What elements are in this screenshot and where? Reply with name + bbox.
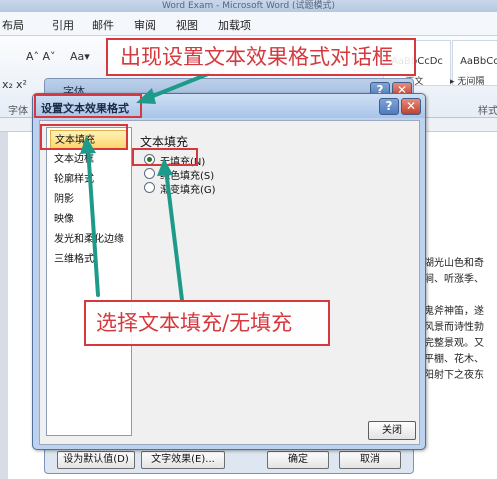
menu-tab-references[interactable]: 引用 — [52, 17, 74, 33]
highlight-text-fill-category — [40, 124, 128, 150]
annotation-dialog-callout: 出现设置文本效果格式对话框 — [106, 38, 416, 76]
menu-tab-mailings[interactable]: 邮件 — [92, 17, 114, 33]
annotation-fill-callout: 选择文本填充/无填充 — [84, 300, 330, 346]
cancel-button[interactable]: 取消 — [339, 451, 401, 469]
radio-icon[interactable] — [144, 182, 155, 193]
option-solid-fill-label: 纯色填充(S) — [160, 171, 215, 182]
menu-tab-addins[interactable]: 加载项 — [218, 17, 251, 33]
document-line: 鬼斧神笛，遂 — [424, 306, 484, 317]
option-gradient-fill-label: 渐变填充(G) — [160, 185, 216, 196]
document-line: 平棚、花木、 — [424, 354, 484, 365]
help-icon[interactable]: ? — [379, 98, 399, 115]
text-effects-button[interactable]: 文字效果(E)... — [141, 451, 225, 469]
superscript-button[interactable]: x² — [16, 78, 27, 91]
document-line: 风景而诗性勃 — [424, 322, 484, 333]
menu-tab-layout[interactable]: 布局 — [2, 17, 24, 33]
close-button[interactable]: 关闭 — [368, 421, 416, 440]
menu-tab-view[interactable]: 视图 — [176, 17, 198, 33]
document-line: 涧、听涨季、 — [424, 274, 484, 285]
highlight-no-fill-option — [132, 148, 198, 166]
group-label-font: 字体 — [8, 106, 28, 117]
category-outline-style[interactable]: 轮廓样式 — [50, 170, 128, 189]
set-default-button[interactable]: 设为默认值(D) — [57, 451, 135, 469]
close-icon[interactable]: ✕ — [401, 98, 421, 115]
grow-shrink-font-button[interactable]: A˄ A˅ — [26, 50, 56, 63]
fill-options-pane: 文本填充 无填充(N) 纯色填充(S) 渐变填充(G) — [140, 127, 415, 407]
category-3d-format[interactable]: 三维格式 — [50, 250, 128, 269]
category-glow-soft-edges[interactable]: 发光和柔化边缘 — [50, 230, 128, 249]
category-list: 文本填充 文本边框 轮廓样式 阴影 映像 发光和柔化边缘 三维格式 — [46, 127, 132, 436]
category-text-outline[interactable]: 文本边框 — [50, 150, 128, 169]
category-shadow[interactable]: 阴影 — [50, 190, 128, 209]
document-line: 完整景观。又 — [424, 338, 484, 349]
radio-icon[interactable] — [144, 168, 155, 179]
text-effects-body: 文本填充 文本边框 轮廓样式 阴影 映像 发光和柔化边缘 三维格式 文本填充 无… — [39, 120, 420, 445]
document-line: 阳射下之夜东 — [424, 370, 484, 381]
menu-bar: 布局 引用 邮件 审阅 视图 加载项 — [0, 12, 497, 36]
window-title: Word Exam - Microsoft Word (试题模式) — [0, 0, 497, 12]
subscript-button[interactable]: x₂ — [2, 78, 13, 91]
document-line: 湖光山色和奇 — [424, 258, 484, 269]
category-reflection[interactable]: 映像 — [50, 210, 128, 229]
group-label-styles: 样式 — [478, 106, 497, 117]
style-label-nospacing: ▸ 无间隔 — [450, 77, 485, 87]
highlight-dialog-title — [34, 94, 142, 118]
menu-tab-review[interactable]: 审阅 — [134, 17, 156, 33]
ok-button[interactable]: 确定 — [267, 451, 329, 469]
change-case-button[interactable]: Aa▾ — [70, 50, 90, 63]
